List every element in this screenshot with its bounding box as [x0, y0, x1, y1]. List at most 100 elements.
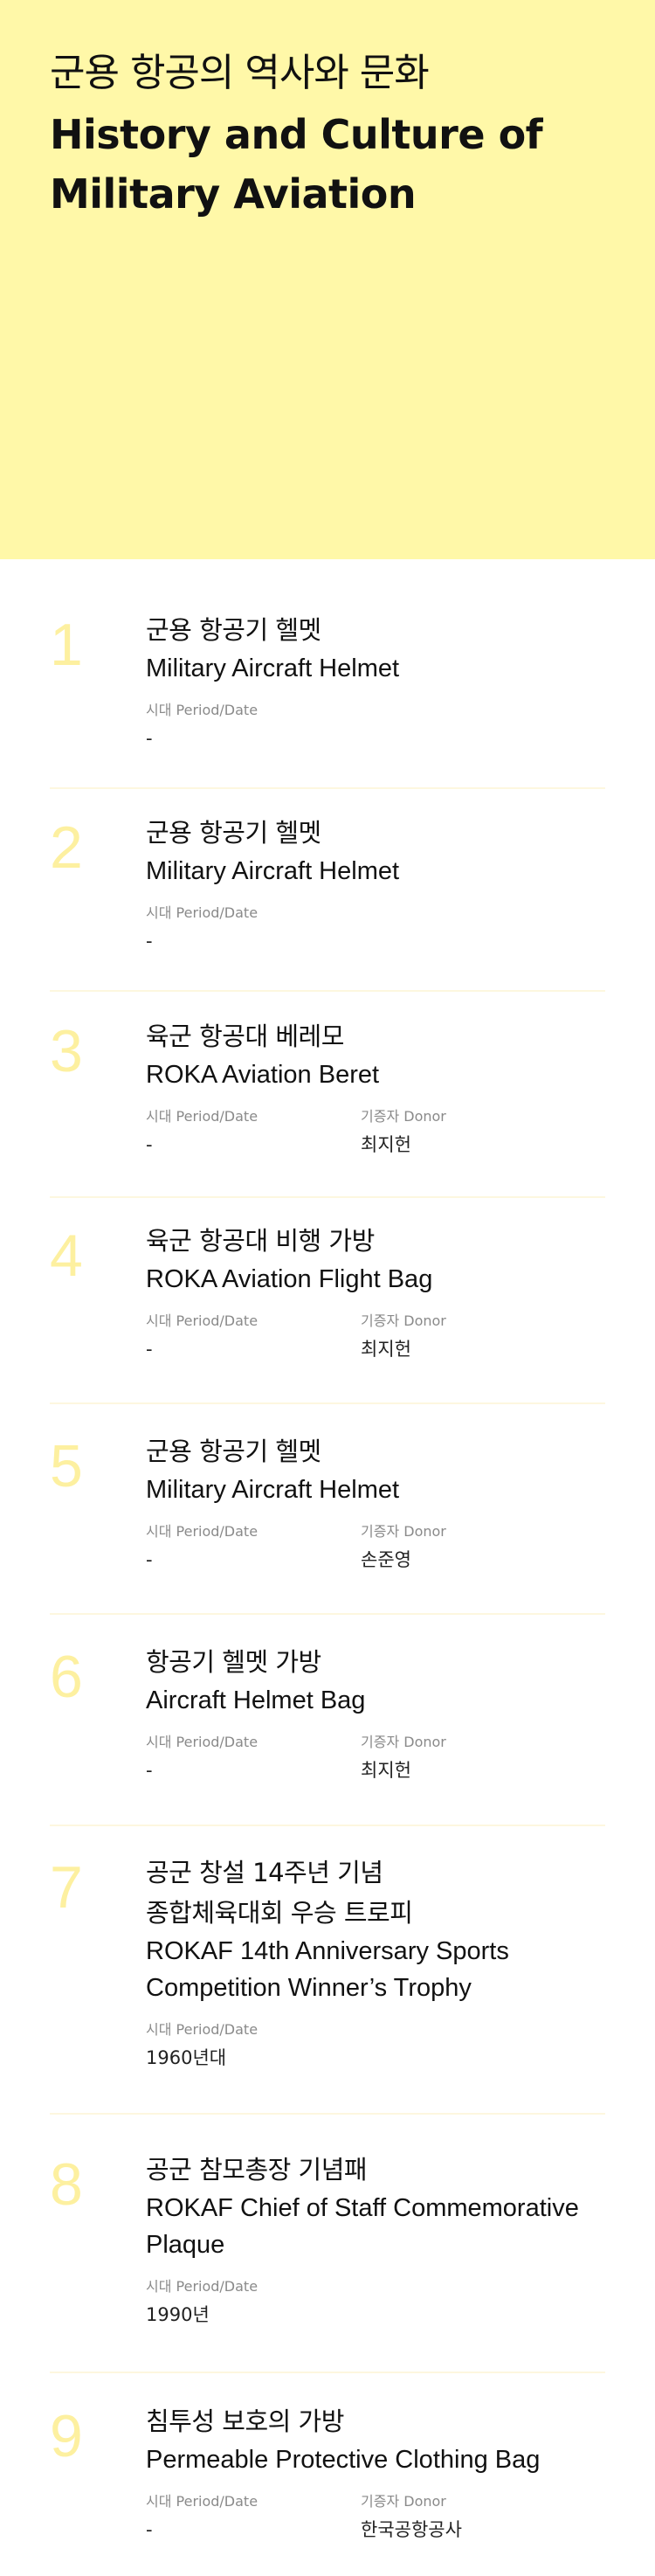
artifact-meta: 시대 Period/Date - [146, 699, 652, 753]
period-field: 시대 Period/Date - [146, 1310, 361, 1364]
artifact-details: 항공기 헬멧 가방 Aircraft Helmet Bag 시대 Period/… [146, 1642, 652, 1785]
period-field: 시대 Period/Date - [146, 1520, 361, 1575]
artifact-name-korean: 침투성 보호의 가방 [146, 2406, 344, 2436]
donor-value: 손준영 [361, 1549, 411, 1570]
period-value: - [146, 2519, 153, 2540]
artifact-name-korean: 군용 항공기 헬멧 [146, 615, 321, 645]
period-label: 시대 Period/Date [146, 2021, 259, 2038]
period-field: 시대 Period/Date - [146, 1731, 361, 1785]
period-field: 시대 Period/Date - [146, 2490, 361, 2545]
period-value: - [146, 1134, 153, 1155]
period-value: - [146, 1339, 153, 1360]
artifact-number: 5 [50, 1433, 83, 1499]
artifact-name-korean: 군용 항공기 헬멧 [146, 818, 321, 848]
period-label: 시대 Period/Date [146, 1523, 259, 1540]
artifact-name-english: Military Aircraft Helmet [146, 654, 400, 682]
artifact-meta: 시대 Period/Date - 기증자 Donor 최지헌 [146, 1105, 652, 1160]
donor-label: 기증자 Donor [361, 1108, 446, 1125]
period-value: - [146, 1549, 153, 1570]
period-field: 시대 Period/Date 1960년대 [146, 2019, 361, 2073]
artifact-meta: 시대 Period/Date 1990년 [146, 2275, 652, 2330]
artifact-name-korean: 공군 참모총장 기념패 [146, 2155, 368, 2185]
donor-field: 기증자 Donor 한국공항공사 [361, 2490, 576, 2545]
donor-value: 최지헌 [361, 1339, 411, 1360]
period-value: 1990년 [146, 2304, 210, 2325]
page-header: 군용 항공의 역사와 문화 History and Culture of Mil… [0, 0, 655, 559]
artifact-name-korean-line1: 공군 창설 14주년 기념 [146, 1858, 383, 1887]
artifact-number: 8 [50, 2151, 83, 2218]
artifact-item[interactable]: 4 육군 항공대 비행 가방 ROKA Aviation Flight Bag … [50, 1221, 605, 1404]
artifact-details: 육군 항공대 베레모 ROKA Aviation Beret 시대 Period… [146, 1016, 652, 1160]
artifact-number: 1 [50, 612, 83, 678]
artifact-name-korean: 육군 항공대 비행 가방 [146, 1226, 375, 1256]
artifact-name-english-line1: ROKAF Chief of Staff Commemorative [146, 2194, 579, 2222]
page-title-korean: 군용 항공의 역사와 문화 [50, 51, 430, 95]
donor-field: 기증자 Donor 손준영 [361, 1520, 576, 1575]
period-label: 시대 Period/Date [146, 904, 259, 921]
artifact-meta: 시대 Period/Date - 기증자 Donor 최지헌 [146, 1310, 652, 1364]
period-field: 시대 Period/Date - [146, 699, 361, 753]
artifact-name-english-line2: Plaque [146, 2231, 225, 2259]
artifact-name-english: Military Aircraft Helmet [146, 1476, 400, 1504]
donor-field: 기증자 Donor 최지헌 [361, 1310, 576, 1364]
artifact-details: 군용 항공기 헬멧 Military Aircraft Helmet 시대 Pe… [146, 610, 652, 753]
artifact-name-korean: 군용 항공기 헬멧 [146, 1437, 321, 1466]
artifact-item[interactable]: 2 군용 항공기 헬멧 Military Aircraft Helmet 시대 … [50, 813, 605, 992]
artifact-name-korean: 육군 항공대 베레모 [146, 1021, 344, 1051]
artifact-name-korean: 공군 창설 14주년 기념 종합체육대회 우승 트로피 [146, 1852, 652, 1933]
artifact-name-english: Military Aircraft Helmet [146, 857, 400, 885]
artifact-item[interactable]: 5 군용 항공기 헬멧 Military Aircraft Helmet 시대 … [50, 1431, 605, 1615]
period-label: 시대 Period/Date [146, 702, 259, 718]
artifact-details: 침투성 보호의 가방 Permeable Protective Clothing… [146, 2401, 652, 2545]
page-title-english-line1: History and Culture of [50, 111, 543, 158]
period-label: 시대 Period/Date [146, 1312, 259, 1329]
period-field: 시대 Period/Date - [146, 902, 361, 956]
period-label: 시대 Period/Date [146, 1108, 259, 1125]
artifact-item[interactable]: 6 항공기 헬멧 가방 Aircraft Helmet Bag 시대 Perio… [50, 1642, 605, 1826]
donor-value: 최지헌 [361, 1760, 411, 1781]
period-value: - [146, 728, 153, 749]
artifact-item[interactable]: 7 공군 창설 14주년 기념 종합체육대회 우승 트로피 ROKAF 14th… [50, 1852, 605, 2115]
artifact-name-english: ROKAF Chief of Staff Commemorative Plaqu… [146, 2190, 652, 2263]
artifact-item[interactable]: 9 침투성 보호의 가방 Permeable Protective Clothi… [50, 2401, 605, 2576]
page-title-english: History and Culture of Military Aviation [50, 105, 655, 224]
artifact-name-korean-line2: 종합체육대회 우승 트로피 [146, 1898, 413, 1928]
artifact-item[interactable]: 8 공군 참모총장 기념패 ROKAF Chief of Staff Comme… [50, 2150, 605, 2373]
period-field: 시대 Period/Date - [146, 1105, 361, 1160]
artifact-name-english: Aircraft Helmet Bag [146, 1686, 366, 1714]
artifact-details: 공군 참모총장 기념패 ROKAF Chief of Staff Commemo… [146, 2150, 652, 2330]
page-title-english-line2: Military Aviation [50, 170, 417, 218]
donor-label: 기증자 Donor [361, 1734, 446, 1750]
artifact-number: 6 [50, 1644, 83, 1710]
artifact-meta: 시대 Period/Date - 기증자 Donor 한국공항공사 [146, 2490, 652, 2545]
period-label: 시대 Period/Date [146, 2493, 259, 2510]
artifact-meta: 시대 Period/Date - 기증자 Donor 최지헌 [146, 1731, 652, 1785]
period-value: - [146, 1760, 153, 1781]
artifact-meta: 시대 Period/Date - 기증자 Donor 손준영 [146, 1520, 652, 1575]
donor-label: 기증자 Donor [361, 1523, 446, 1540]
artifact-details: 군용 항공기 헬멧 Military Aircraft Helmet 시대 Pe… [146, 813, 652, 956]
artifact-meta: 시대 Period/Date - [146, 902, 652, 956]
artifact-name-english-line1: ROKAF 14th Anniversary Sports [146, 1937, 509, 1965]
period-field: 시대 Period/Date 1990년 [146, 2275, 361, 2330]
artifact-name-korean: 항공기 헬멧 가방 [146, 1647, 321, 1677]
donor-label: 기증자 Donor [361, 1312, 446, 1329]
donor-field: 기증자 Donor 최지헌 [361, 1105, 576, 1160]
period-label: 시대 Period/Date [146, 1734, 259, 1750]
period-value: - [146, 931, 153, 952]
donor-field: 기증자 Donor 최지헌 [361, 1731, 576, 1785]
artifact-item[interactable]: 1 군용 항공기 헬멧 Military Aircraft Helmet 시대 … [50, 610, 605, 789]
artifact-item[interactable]: 3 육군 항공대 베레모 ROKA Aviation Beret 시대 Peri… [50, 1016, 605, 1198]
artifact-name-english: ROKAF 14th Anniversary Sports Competitio… [146, 1933, 652, 2006]
donor-value: 최지헌 [361, 1134, 411, 1155]
artifact-name-english: ROKA Aviation Flight Bag [146, 1265, 433, 1293]
artifact-name-english: Permeable Protective Clothing Bag [146, 2446, 541, 2474]
artifact-details: 공군 창설 14주년 기념 종합체육대회 우승 트로피 ROKAF 14th A… [146, 1852, 652, 2073]
artifact-name-english: ROKA Aviation Beret [146, 1061, 380, 1089]
artifact-number: 9 [50, 2403, 83, 2469]
artifact-name-english-line2: Competition Winner’s Trophy [146, 1974, 472, 2002]
artifact-details: 육군 항공대 비행 가방 ROKA Aviation Flight Bag 시대… [146, 1221, 652, 1364]
artifact-number: 2 [50, 814, 83, 881]
period-value: 1960년대 [146, 2047, 227, 2068]
artifact-number: 3 [50, 1018, 83, 1084]
